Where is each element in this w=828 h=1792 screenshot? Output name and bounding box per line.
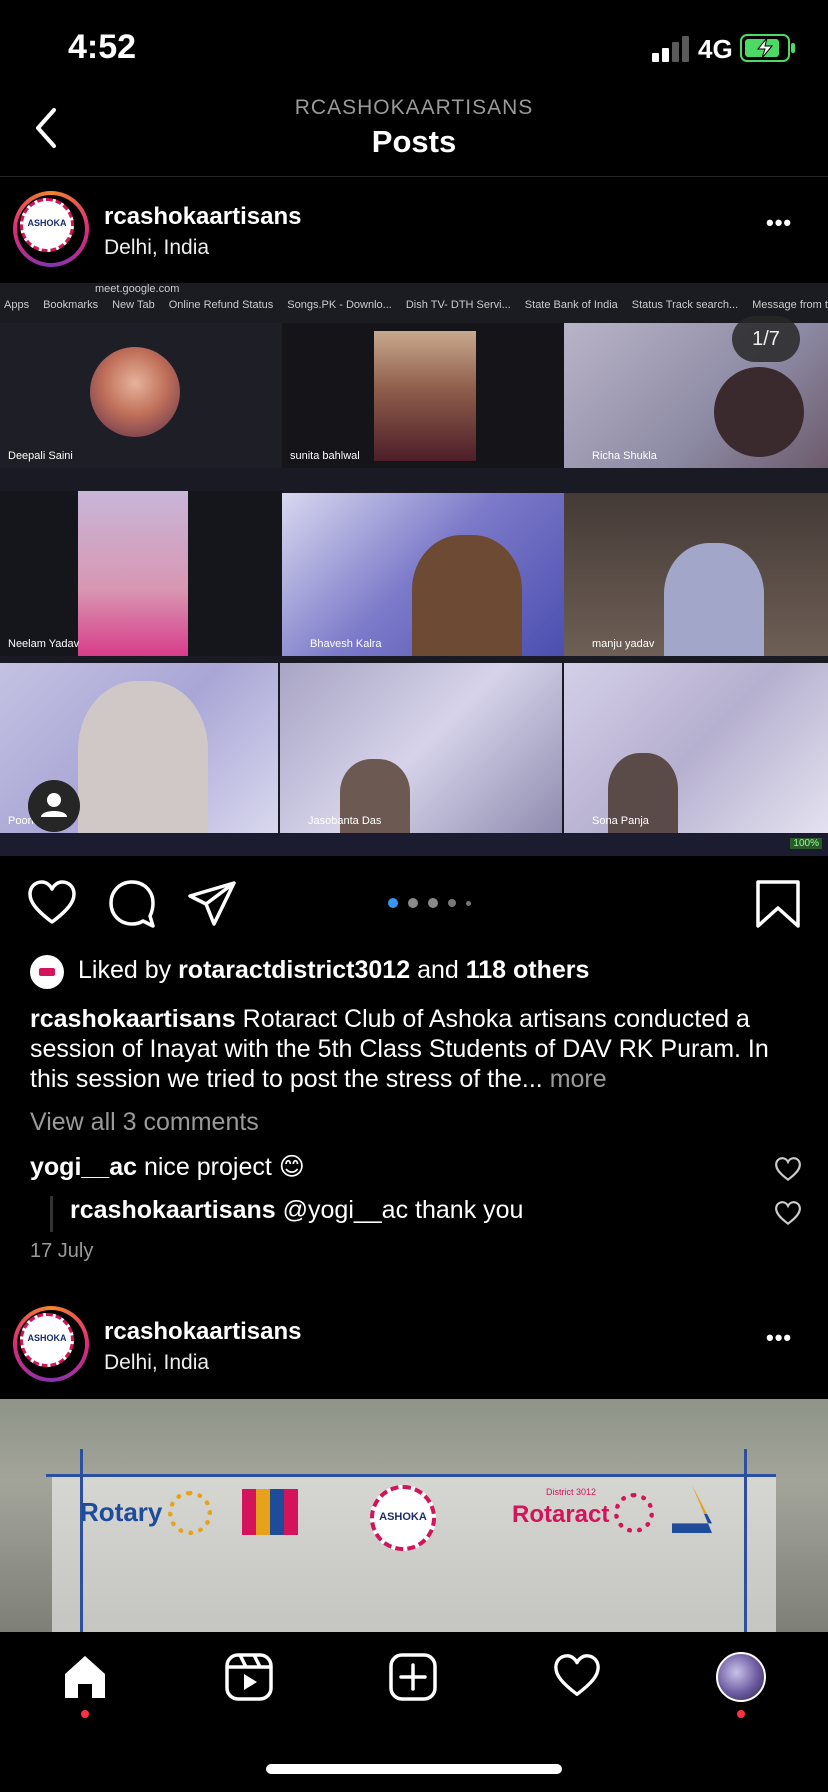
home-notification-dot: [81, 1710, 89, 1718]
save-bookmark-icon[interactable]: [752, 878, 804, 930]
rotary-opens-opportunities-logo: [242, 1489, 298, 1535]
like-heart-icon[interactable]: [26, 878, 78, 930]
bookmark: Online Refund Status: [168, 299, 274, 311]
liker-avatar[interactable]: [30, 955, 64, 989]
comment: yogi__ac nice project 😊: [30, 1152, 305, 1182]
post-avatar[interactable]: ASHOKA: [13, 1306, 89, 1382]
zoom-level: 100%: [790, 838, 822, 849]
bookmark: New Tab: [112, 299, 155, 311]
meeting-url: meet.google.com: [95, 283, 180, 295]
rotary-wheel-icon: [168, 1491, 212, 1535]
comment-text: nice project 😊: [137, 1153, 305, 1181]
rotary-logo-text: Rotary: [80, 1497, 163, 1527]
battery-charging-icon: [740, 34, 795, 62]
participant-name: Sona Panja: [592, 815, 649, 827]
post-caption: rcashokaartisans Rotaract Club of Ashoka…: [30, 1004, 800, 1094]
participant-name: sunita bahlwal: [290, 450, 360, 462]
network-type: 4G: [698, 34, 733, 64]
bookmark: State Bank of India: [524, 299, 618, 311]
participant-tile: manju yadav: [564, 493, 828, 656]
participant-tile: Jasobanta Das: [280, 663, 562, 833]
liker-username[interactable]: rotaractdistrict3012: [178, 956, 410, 984]
status-time: 4:52: [68, 28, 137, 66]
tagged-users-icon[interactable]: [28, 780, 80, 832]
participant-name: Deepali Saini: [8, 450, 73, 462]
post-date: 17 July: [30, 1240, 94, 1262]
participant-name: Neelam Yadav: [8, 638, 80, 650]
caption-more-link[interactable]: more: [543, 1065, 607, 1093]
profile-notification-dot: [737, 1710, 745, 1718]
bookmark: Status Track search...: [631, 299, 739, 311]
comment-reply: rcashokaartisans @yogi__ac thank you: [70, 1196, 523, 1225]
ashoka-logo-text: ASHOKA: [379, 1511, 427, 1523]
post-image[interactable]: Rotary ASHOKA Rotaract District 3012: [0, 1399, 828, 1632]
bookmark: Dish TV- DTH Servi...: [405, 299, 511, 311]
comment-like-icon[interactable]: [774, 1156, 802, 1184]
likes-summary[interactable]: Liked by rotaractdistrict3012 and 118 ot…: [78, 956, 589, 985]
participant-name: manju yadav: [592, 638, 655, 650]
comment-like-icon[interactable]: [774, 1200, 802, 1228]
post-location[interactable]: Delhi, India: [104, 1351, 209, 1375]
comment-username[interactable]: rcashokaartisans: [70, 1196, 276, 1224]
home-icon[interactable]: [60, 1652, 110, 1702]
view-all-comments-link[interactable]: View all 3 comments: [30, 1108, 259, 1137]
rotaract-logo-text: Rotaract: [512, 1501, 610, 1528]
browser-bar: meet.google.com Apps Bookmarks New Tab O…: [0, 283, 828, 323]
bookmark: Songs.PK - Downlo...: [287, 299, 392, 311]
participant-tile: Neelam Yadav: [0, 491, 282, 656]
more-options-icon[interactable]: •••: [766, 1325, 792, 1351]
participant-name: Richa Shukla: [592, 450, 657, 462]
activity-heart-icon[interactable]: [552, 1652, 602, 1702]
sailboat-logo: [672, 1485, 712, 1533]
bookmark: Bookmarks: [43, 299, 99, 311]
image-counter: 1/7: [732, 316, 800, 362]
reels-icon[interactable]: [224, 1652, 274, 1702]
event-banner: Rotary ASHOKA Rotaract District 3012: [46, 1449, 776, 1632]
post-username[interactable]: rcashokaartisans: [104, 203, 301, 231]
more-options-icon[interactable]: •••: [766, 210, 792, 236]
profile-avatar-tab[interactable]: [716, 1652, 766, 1702]
post-image[interactable]: meet.google.com Apps Bookmarks New Tab O…: [0, 283, 828, 856]
avatar-logo-text: ASHOKA: [27, 218, 67, 228]
taskbar: 100%: [0, 834, 828, 856]
caption-username[interactable]: rcashokaartisans: [30, 1005, 236, 1033]
likes-others-count[interactable]: 118 others: [466, 956, 590, 984]
participant-name: Jasobanta Das: [308, 815, 382, 827]
likes-and: and: [410, 956, 466, 984]
avatar-logo-text: ASHOKA: [27, 1333, 67, 1343]
likes-prefix: Liked by: [78, 956, 179, 984]
account-name-header: RCASHOKAARTISANS: [294, 96, 534, 119]
bookmark: Message from the...: [752, 299, 828, 311]
participant-tile: Sona Panja: [564, 663, 828, 833]
new-post-icon[interactable]: [388, 1652, 438, 1702]
post-location[interactable]: Delhi, India: [104, 236, 209, 260]
district-label: District 3012: [546, 1487, 597, 1497]
post-username[interactable]: rcashokaartisans: [104, 1318, 301, 1346]
bookmark: Apps: [4, 299, 30, 311]
comment-bubble-icon[interactable]: [106, 878, 158, 930]
participant-name: Bhavesh Kalra: [310, 638, 382, 650]
post-avatar[interactable]: ASHOKA: [13, 191, 89, 267]
share-send-icon[interactable]: [186, 878, 238, 930]
participant-tile: Deepali Saini: [0, 323, 282, 468]
carousel-indicator: [388, 898, 471, 908]
header-divider: [0, 176, 828, 177]
reply-thread-line: [50, 1196, 53, 1232]
participant-tile: Bhavesh Kalra: [282, 493, 564, 656]
cellular-signal-icon: [652, 36, 689, 62]
ashoka-logo: ASHOKA: [370, 1485, 436, 1551]
comment-text: @yogi__ac thank you: [275, 1196, 524, 1224]
participant-tile: sunita bahlwal: [282, 323, 564, 468]
home-indicator: [266, 1764, 562, 1774]
page-title: Posts: [371, 124, 457, 159]
rotaract-wheel-icon: [614, 1493, 654, 1533]
comment-username[interactable]: yogi__ac: [30, 1153, 137, 1181]
